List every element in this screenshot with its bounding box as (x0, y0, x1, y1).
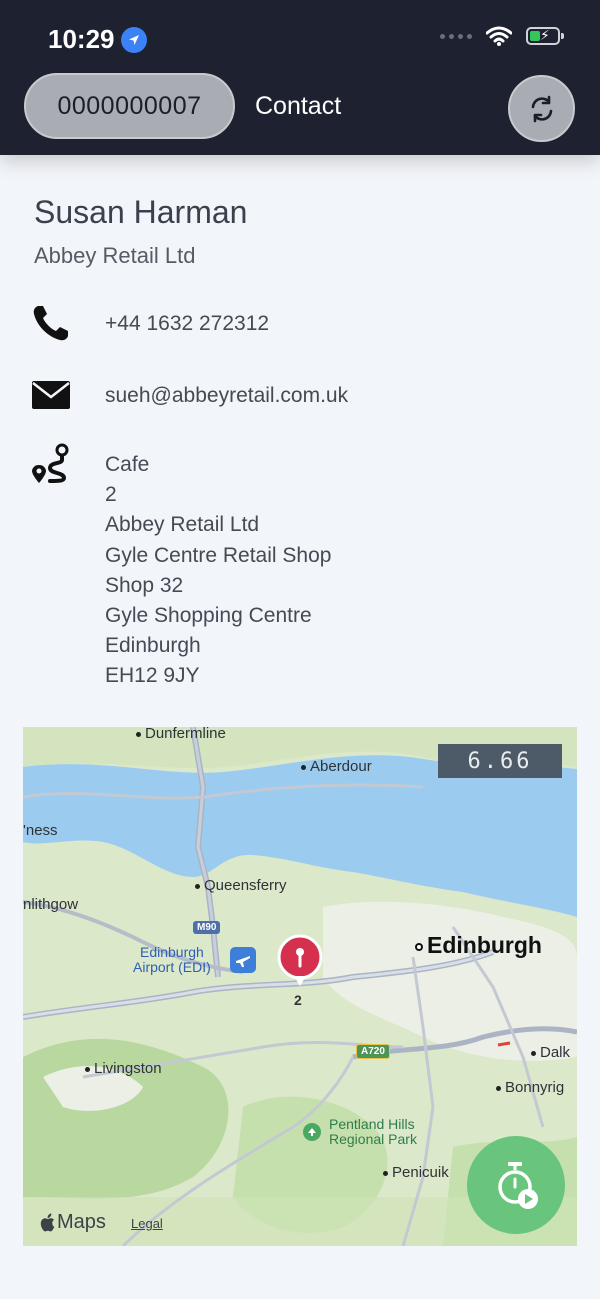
email-address[interactable]: sueh@abbeyretail.com.uk (105, 384, 348, 408)
address-line: Cafe (105, 453, 150, 476)
map-label-queensferry: Queensferry (195, 877, 287, 894)
map-label-airport: Edinburgh Airport (EDI) (133, 944, 211, 975)
road-sign-a720: A720 (356, 1044, 390, 1059)
map-pin-icon (277, 934, 323, 986)
address-line: Abbey Retail Ltd (105, 513, 260, 537)
airport-icon (230, 947, 256, 973)
map-scale-readout: 6.66 (438, 744, 562, 778)
map-label-ness: 'ness (23, 822, 58, 839)
map-label-edinburgh: Edinburgh (415, 932, 542, 959)
apple-logo-icon (40, 1213, 55, 1232)
contact-company: Abbey Retail Ltd (34, 243, 196, 268)
contact-name: Susan Harman (34, 194, 248, 230)
refresh-button[interactable] (508, 75, 575, 142)
address-line: 2 (105, 483, 117, 507)
map-label-aberdour: Aberdour (301, 758, 372, 775)
maps-brand: Maps (39, 1211, 106, 1234)
map-label-livingston: Livingston (85, 1060, 162, 1077)
status-indicators: ⚡ (440, 26, 564, 46)
address-line: Shop 32 (105, 573, 184, 597)
road-sign-m90: M90 (193, 921, 221, 934)
start-timer-button[interactable] (467, 1136, 565, 1234)
address-line: Gyle Centre Retail Shop (105, 543, 332, 567)
address-line: Gyle Shopping Centre (105, 604, 312, 628)
map-label-dunfermline: Dunfermline (136, 727, 226, 742)
page-title: Contact (255, 92, 342, 120)
map-label-dalkeith: Dalk (531, 1044, 570, 1061)
phone-number[interactable]: +44 1632 272312 (105, 312, 269, 336)
map-label-linlithgow: nlithgow (23, 896, 79, 913)
wifi-icon (486, 26, 512, 46)
refresh-icon (531, 95, 552, 122)
park-icon (303, 1123, 321, 1141)
map-label-pentland: Pentland Hills Regional Park (329, 1116, 417, 1147)
route-pin-icon[interactable] (30, 443, 72, 485)
contact-address[interactable]: Cafe 2 Abbey Retail Ltd Gyle Centre Reta… (105, 450, 331, 692)
map-legal-link[interactable]: Legal (131, 1216, 163, 1231)
stopwatch-play-icon (498, 1162, 538, 1209)
address-line: EH12 9JY (105, 664, 200, 688)
maps-brand-text: Maps (57, 1211, 106, 1233)
record-id-pill[interactable]: 0000000007 (24, 73, 235, 139)
map-label-penicuik: Penicuik (383, 1164, 449, 1181)
battery-charging-icon: ⚡ (526, 27, 564, 45)
clock-text: 10:29 (48, 24, 115, 54)
signal-dots-icon (440, 33, 472, 39)
phone-icon[interactable] (30, 302, 72, 344)
location-map[interactable]: Dunfermline Aberdour 'ness Queensferry n… (23, 727, 577, 1246)
envelope-icon[interactable] (30, 374, 72, 416)
map-label-bonnyrigg: Bonnyrig (496, 1079, 564, 1096)
status-time: 10:29 (48, 24, 147, 55)
location-arrow-icon (120, 26, 147, 53)
address-line: Edinburgh (105, 634, 201, 658)
map-pin-label: 2 (294, 992, 302, 1008)
app-header: 10:29 ⚡ 0000000007 Contact (0, 0, 600, 155)
map-location-pin[interactable]: 2 (277, 934, 323, 1008)
